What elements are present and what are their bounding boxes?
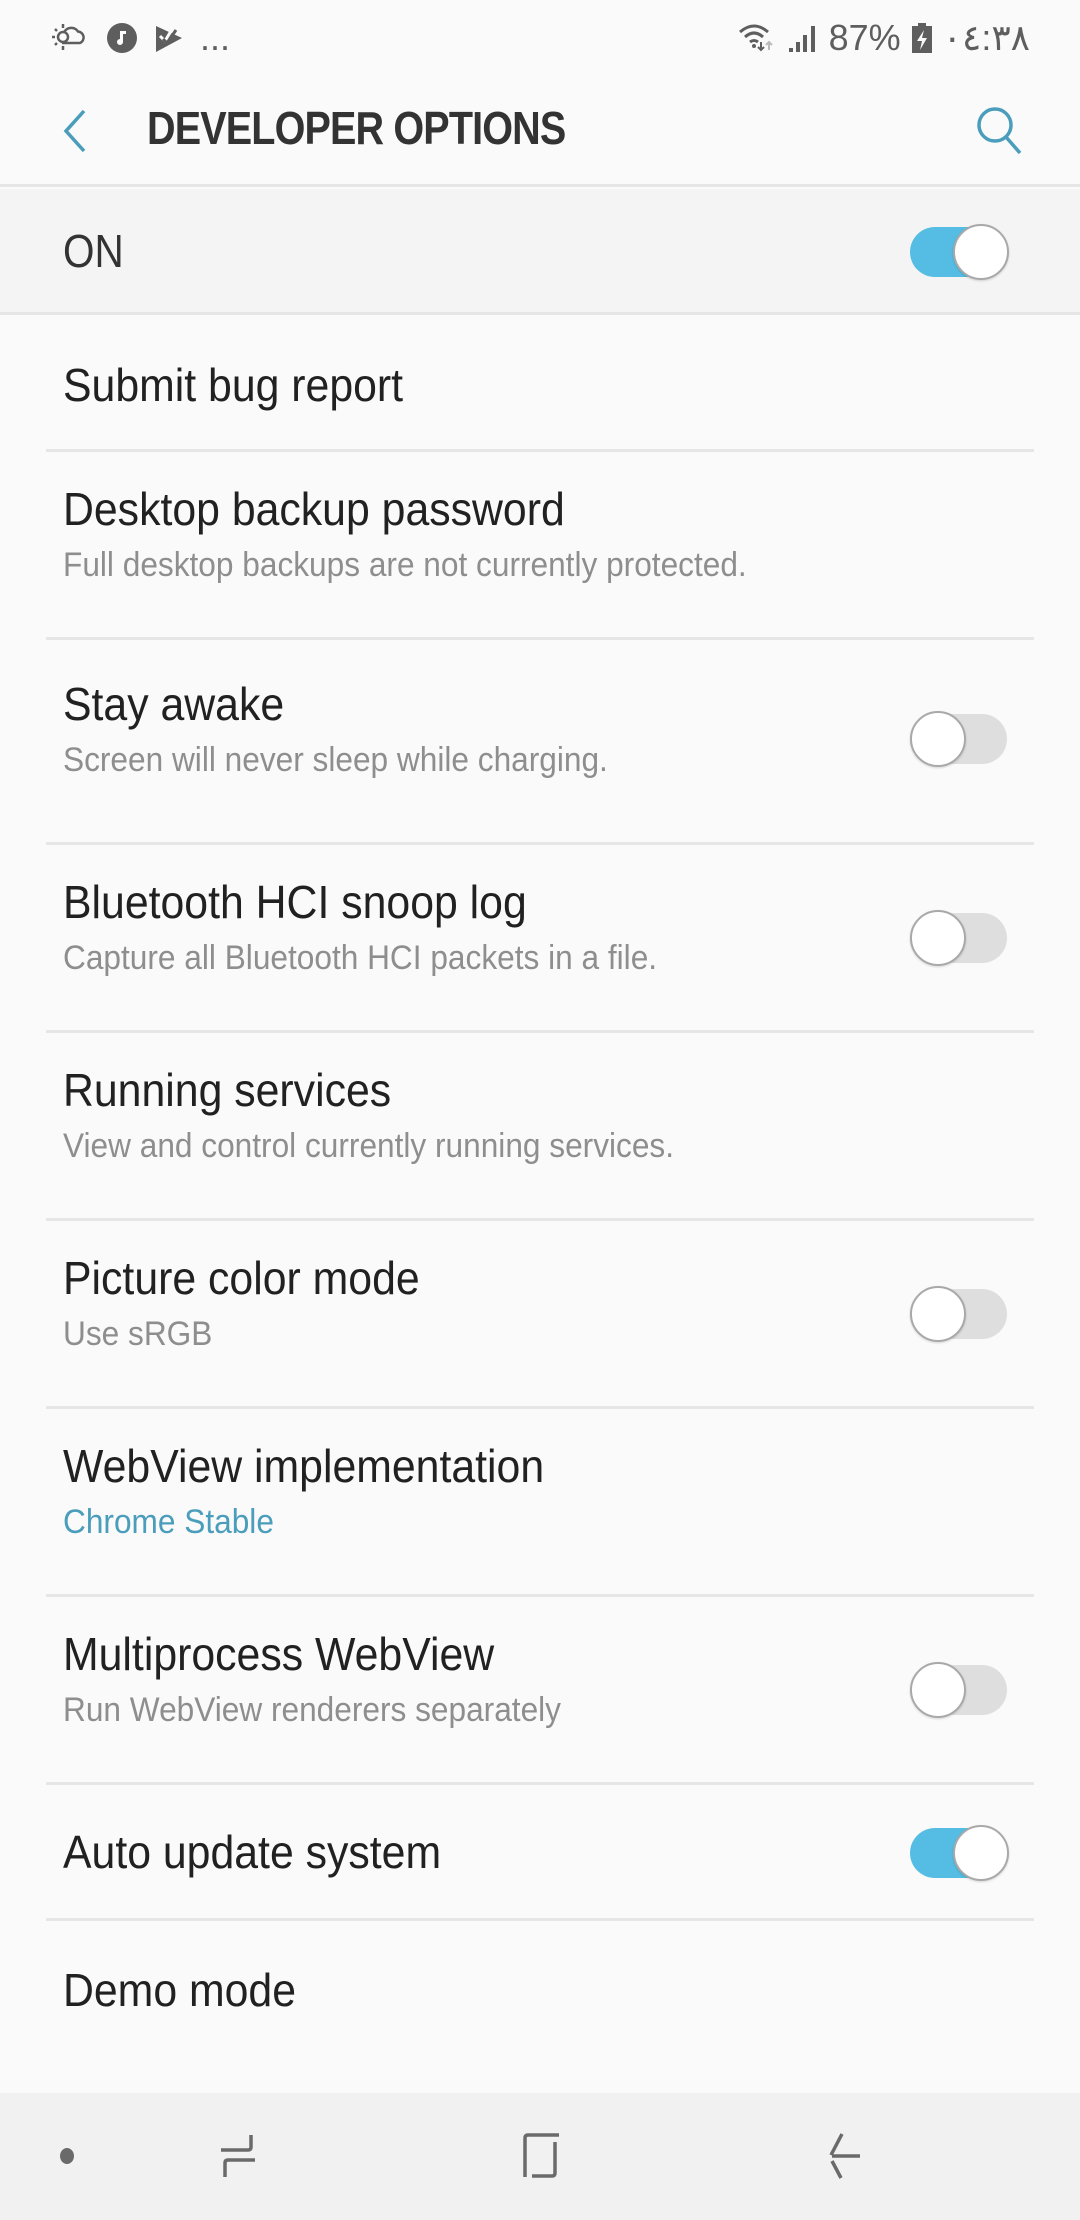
list-item-bluetooth-hci-snoop-log[interactable]: Bluetooth HCI snoop log Capture all Blue… — [0, 845, 1080, 1033]
navigation-bar — [0, 2093, 1080, 2220]
list-item-picture-color-mode[interactable]: Picture color mode Use sRGB — [0, 1221, 1080, 1409]
status-bar: ... 87% ٠٤:٣٨ — [0, 0, 1080, 75]
search-button[interactable] — [970, 100, 1030, 160]
more-notifications: ... — [200, 16, 231, 58]
item-title: Demo mode — [63, 1964, 297, 2016]
settings-list: Submit bug report Desktop backup passwor… — [0, 318, 1080, 2093]
signal-icon — [787, 22, 819, 54]
list-item-submit-bug-report[interactable]: Submit bug report — [0, 318, 1080, 452]
list-item-webview-implementation[interactable]: WebView implementation Chrome Stable — [0, 1409, 1080, 1597]
toggle-thumb — [910, 910, 966, 966]
item-subtitle-value: Chrome Stable — [63, 1503, 274, 1541]
item-subtitle: Screen will never sleep while charging. — [63, 741, 608, 779]
play-store-icon — [154, 22, 184, 54]
page-title: DEVELOPER OPTIONS — [147, 102, 566, 154]
list-item-auto-update-system[interactable]: Auto update system — [0, 1785, 1080, 1921]
item-title: Multiprocess WebView — [63, 1628, 495, 1680]
back-arrow-icon — [829, 2133, 860, 2179]
master-toggle[interactable] — [910, 224, 1010, 280]
search-icon — [977, 107, 1022, 155]
home-icon — [523, 2133, 559, 2178]
list-item-running-services[interactable]: Running services View and control curren… — [0, 1033, 1080, 1221]
developer-options-master-switch-row[interactable]: ON — [0, 189, 1080, 315]
music-icon — [106, 22, 138, 54]
list-item-multiprocess-webview[interactable]: Multiprocess WebView Run WebView rendere… — [0, 1597, 1080, 1785]
item-title: Picture color mode — [63, 1252, 420, 1304]
item-subtitle: Capture all Bluetooth HCI packets in a f… — [63, 939, 658, 977]
clock: ٠٤:٣٨ — [942, 16, 1030, 58]
weather-icon — [50, 22, 90, 54]
auto-update-system-toggle[interactable] — [910, 1825, 1010, 1881]
nav-dot-button[interactable] — [22, 2121, 112, 2191]
toggle-thumb — [910, 1662, 966, 1718]
list-item-stay-awake[interactable]: Stay awake Screen will never sleep while… — [0, 640, 1080, 845]
item-subtitle: Run WebView renderers separately — [63, 1691, 561, 1729]
picture-color-mode-toggle[interactable] — [910, 1286, 1010, 1342]
home-button[interactable] — [495, 2121, 585, 2191]
dot-icon — [60, 2148, 74, 2164]
recents-icon — [221, 2135, 255, 2177]
stay-awake-toggle[interactable] — [910, 711, 1010, 767]
item-title: Auto update system — [63, 1826, 442, 1878]
toggle-thumb — [953, 1825, 1009, 1881]
item-title: WebView implementation — [63, 1440, 545, 1492]
item-title: Stay awake — [63, 678, 285, 730]
master-switch-label: ON — [63, 224, 124, 277]
toggle-thumb — [910, 1286, 966, 1342]
notification-icons: ... — [50, 17, 230, 59]
back-nav-button[interactable] — [800, 2121, 890, 2191]
multiprocess-webview-toggle[interactable] — [910, 1662, 1010, 1718]
toggle-thumb — [910, 711, 966, 767]
item-title: Bluetooth HCI snoop log — [63, 876, 527, 928]
item-title: Submit bug report — [63, 359, 404, 411]
toggle-thumb — [953, 224, 1009, 280]
item-title: Running services — [63, 1064, 392, 1116]
battery-charging-icon — [911, 22, 933, 54]
item-title: Desktop backup password — [63, 483, 565, 535]
battery-percent: 87% — [828, 16, 901, 58]
item-subtitle: Full desktop backups are not currently p… — [63, 546, 747, 584]
item-subtitle: Use sRGB — [63, 1315, 213, 1353]
item-subtitle: View and control currently running servi… — [63, 1127, 675, 1165]
back-button[interactable] — [50, 103, 100, 159]
recents-button[interactable] — [193, 2121, 283, 2191]
list-item-desktop-backup-password[interactable]: Desktop backup password Full desktop bac… — [0, 452, 1080, 640]
bluetooth-hci-toggle[interactable] — [910, 910, 1010, 966]
list-item-demo-mode[interactable]: Demo mode — [0, 1921, 1080, 2093]
chevron-left-icon — [63, 109, 86, 153]
wifi-icon — [737, 22, 777, 54]
app-bar: DEVELOPER OPTIONS — [0, 75, 1080, 187]
system-icons: 87% ٠٤:٣٨ — [737, 17, 1030, 59]
